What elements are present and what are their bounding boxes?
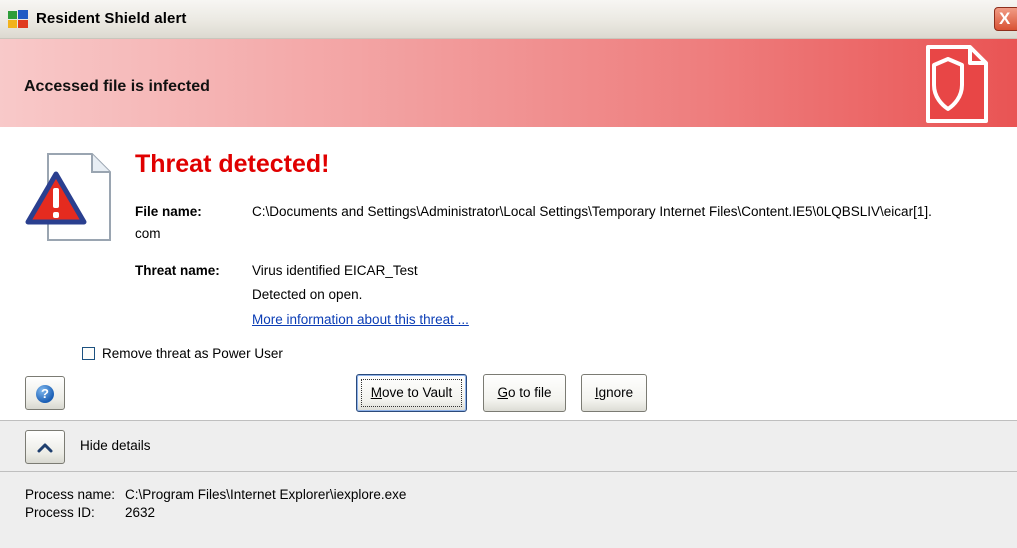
go-to-file-label: Go to file: [497, 385, 552, 400]
help-button[interactable]: ?: [25, 376, 65, 410]
warning-document-icon: [25, 153, 111, 241]
process-id-label: Process ID:: [25, 505, 95, 520]
file-name-value: C:\Documents and Settings\Administrator\…: [252, 204, 932, 219]
help-icon: ?: [36, 385, 54, 403]
threat-name-value: Virus identified EICAR_Test: [252, 263, 418, 278]
go-to-file-button[interactable]: Go to file: [483, 374, 566, 412]
shield-document-icon: [926, 45, 988, 123]
threat-detected-heading: Threat detected!: [135, 150, 330, 178]
power-user-checkbox[interactable]: [82, 347, 95, 360]
ignore-button[interactable]: Ignore: [581, 374, 647, 412]
resident-shield-alert-window: Resident Shield alert X Accessed file is…: [0, 0, 1017, 548]
title-bar[interactable]: Resident Shield alert X: [0, 0, 1017, 39]
close-icon: X: [999, 9, 1011, 28]
process-name-label: Process name:: [25, 487, 116, 502]
detected-status-text: Detected on open.: [252, 287, 363, 302]
close-button[interactable]: X: [994, 7, 1017, 31]
process-details-panel: Process name: C:\Program Files\Internet …: [0, 472, 1017, 548]
avg-logo-icon: [8, 10, 28, 28]
move-to-vault-button[interactable]: Move to Vault: [356, 374, 467, 412]
chevron-up-icon: [37, 443, 53, 453]
more-info-link[interactable]: More information about this threat ...: [252, 312, 469, 327]
file-name-label: File name:: [135, 204, 202, 219]
details-toggle-bar: Hide details: [0, 420, 1017, 472]
banner-heading: Accessed file is infected: [24, 78, 210, 95]
window-title: Resident Shield alert: [36, 10, 187, 27]
power-user-checkbox-label[interactable]: Remove threat as Power User: [102, 346, 283, 361]
ignore-label: Ignore: [594, 385, 634, 400]
hide-details-label[interactable]: Hide details: [80, 438, 151, 453]
process-id-value: 2632: [125, 505, 156, 520]
file-name-value-continued: com: [135, 226, 161, 241]
alert-banner: Accessed file is infected: [0, 39, 1017, 127]
focus-rectangle: [361, 379, 462, 407]
process-name-value: C:\Program Files\Internet Explorer\iexpl…: [125, 487, 407, 502]
hide-details-button[interactable]: [25, 430, 65, 464]
threat-name-label: Threat name:: [135, 263, 220, 278]
